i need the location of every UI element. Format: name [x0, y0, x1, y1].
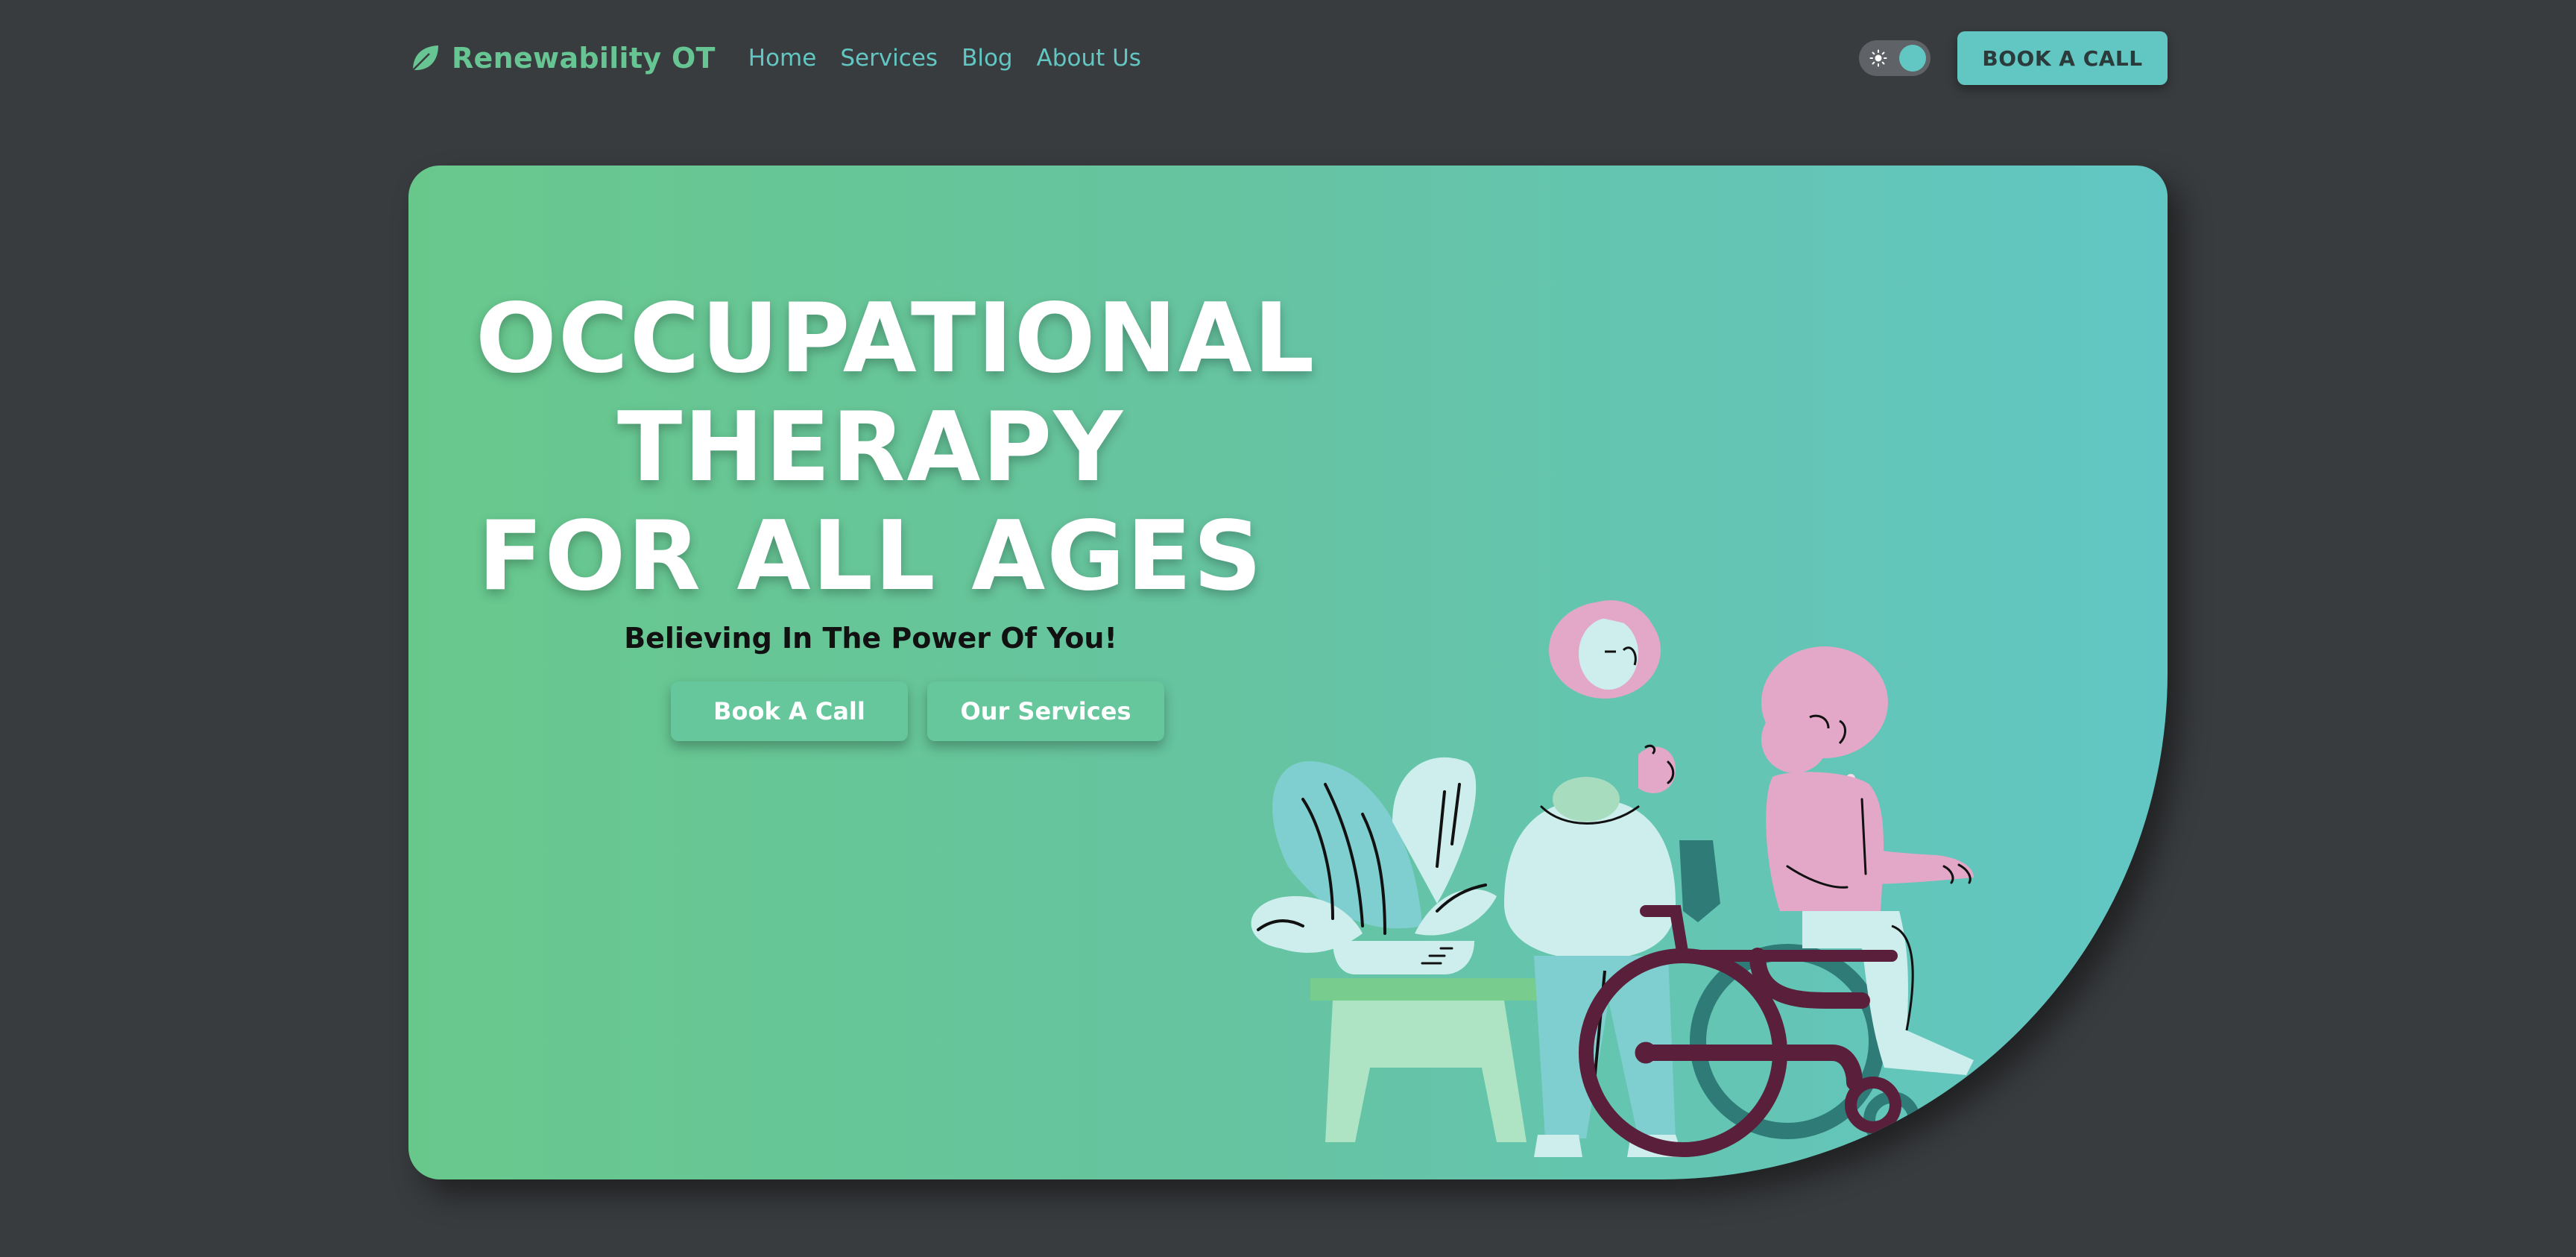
hero-section: OCCUPATIONAL THERAPY FOR ALL AGES Believ… [408, 166, 2168, 1179]
leaf-icon [412, 45, 438, 71]
book-a-call-button[interactable]: Book A Call [671, 681, 908, 741]
hero-subtitle: Believing In The Power Of You! [624, 622, 1117, 655]
therapist-with-wheelchair-client-illustration [1251, 600, 1974, 1157]
brand-logo-link[interactable]: Renewability OT [408, 42, 716, 75]
nav-link-blog[interactable]: Blog [962, 45, 1013, 72]
hero-title: OCCUPATIONAL THERAPY FOR ALL AGES [476, 283, 1316, 612]
nav-link-home[interactable]: Home [748, 45, 817, 72]
nav-actions: BOOK A CALL [1859, 31, 2168, 85]
hero-title-line: OCCUPATIONAL [476, 283, 1316, 394]
plant-illustration [1251, 757, 1549, 1142]
hero-title-line: FOR ALL AGES [478, 501, 1263, 612]
nav-links: Home Services Blog About Us [748, 45, 1141, 72]
nav-link-about-us[interactable]: About Us [1037, 45, 1141, 72]
hero-title-line: THERAPY [617, 392, 1124, 503]
book-a-call-nav-button[interactable]: BOOK A CALL [1957, 31, 2168, 85]
toggle-knob [1899, 45, 1926, 72]
brand-name: Renewability OT [452, 42, 716, 75]
sun-icon [1869, 49, 1887, 67]
hero-buttons: Book A Call Our Services [671, 681, 1164, 741]
theme-toggle[interactable] [1859, 40, 1931, 76]
top-navigation: Renewability OT Home Services Blog About… [408, 28, 2168, 88]
nav-link-services[interactable]: Services [840, 45, 938, 72]
our-services-button[interactable]: Our Services [927, 681, 1164, 741]
